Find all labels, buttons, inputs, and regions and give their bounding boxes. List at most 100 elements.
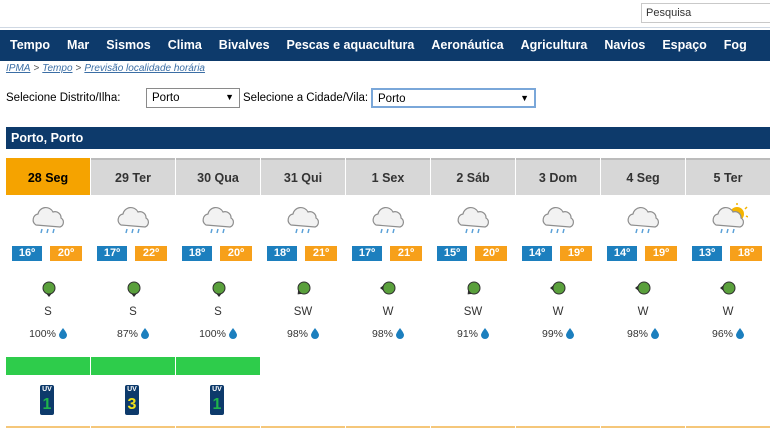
min-temperature: 18º	[182, 246, 212, 261]
rain-cloud-icon	[625, 202, 663, 241]
forecast-day[interactable]: 3 Dom 14º 19º W 99%	[516, 158, 600, 433]
breadcrumb-link-ipma[interactable]: IPMA	[6, 63, 30, 74]
humidity-value: 100%	[199, 328, 226, 340]
water-drop-icon	[228, 328, 237, 342]
wind-direction-icon	[210, 279, 228, 302]
wind-direction: W	[637, 306, 649, 318]
wind-direction-icon	[40, 279, 58, 302]
humidity: 98%	[261, 328, 345, 342]
max-temperature: 19º	[560, 246, 592, 261]
rain-cloud-icon	[30, 202, 68, 241]
day-label[interactable]: 28 Seg	[6, 158, 90, 195]
water-drop-icon	[141, 328, 149, 342]
temperature-range: 16º 20º	[10, 246, 90, 262]
uv-index-badge: UV 3	[125, 385, 139, 415]
day-divider	[261, 426, 345, 428]
max-temperature: 21º	[390, 246, 422, 261]
forecast-day[interactable]: 2 Sáb 15º 20º SW 91%	[431, 158, 515, 433]
forecast-day[interactable]: 4 Seg 14º 19º W 98%	[601, 158, 685, 433]
main-nav: Tempo Mar Sismos Clima Bivalves Pescas e aqua…	[0, 30, 770, 61]
forecast-day[interactable]: 1 Sex 17º 21º W 98%	[346, 158, 430, 433]
rain-cloud-icon	[540, 202, 578, 241]
search-input[interactable]: Pesquisa	[641, 3, 770, 23]
wind-direction: SW	[463, 306, 483, 318]
day-label[interactable]: 1 Sex	[346, 158, 430, 195]
uv-level-bar	[91, 357, 175, 375]
max-temperature: 20º	[475, 246, 507, 261]
humidity-value: 98%	[371, 328, 393, 340]
humidity-value: 91%	[456, 328, 478, 340]
wind-direction: W	[722, 306, 734, 318]
temperature-range: 18º 20º	[180, 246, 260, 262]
city-select-value: Porto	[378, 93, 406, 105]
day-label[interactable]: 5 Ter	[686, 158, 770, 195]
wind-direction-icon	[380, 279, 398, 302]
uv-index-value: 1	[42, 396, 52, 413]
uv-index-badge: UV 1	[40, 385, 54, 415]
nav-item-tempo[interactable]: Tempo	[10, 30, 50, 61]
day-divider	[91, 426, 175, 428]
city-select[interactable]: Porto ▼	[371, 88, 536, 108]
forecast-day[interactable]: 5 Ter 13º 18º W 96%	[686, 158, 770, 433]
district-select[interactable]: Porto ▼	[146, 88, 240, 108]
uv-index-value: 1	[212, 396, 222, 413]
uv-label: UV	[127, 386, 137, 393]
uv-level-bar	[176, 357, 260, 375]
rain-cloud-icon	[200, 202, 238, 241]
day-label[interactable]: 29 Ter	[91, 158, 175, 195]
nav-item-aeron-utica[interactable]: Aeronáutica	[431, 30, 503, 61]
water-drop-icon	[311, 328, 319, 342]
day-label[interactable]: 3 Dom	[516, 158, 600, 195]
nav-item-espa-o[interactable]: Espaço	[662, 30, 706, 61]
humidity: 98%	[601, 328, 685, 342]
water-drop-icon	[58, 328, 67, 342]
uv-label: UV	[212, 386, 222, 393]
location-header: Porto, Porto	[6, 127, 770, 149]
uv-index-badge: UV 1	[210, 385, 224, 415]
nav-item-navios[interactable]: Navios	[604, 30, 645, 61]
day-label[interactable]: 31 Qui	[261, 158, 345, 195]
min-temperature: 16º	[12, 246, 42, 261]
water-drop-icon	[736, 328, 744, 342]
dropdown-arrow-icon: ▼	[520, 93, 529, 103]
humidity: 96%	[686, 328, 770, 342]
breadcrumb-link-tempo[interactable]: Tempo	[42, 63, 72, 74]
nav-item-sismos[interactable]: Sismos	[106, 30, 150, 61]
day-divider	[176, 426, 260, 428]
max-temperature: 22º	[135, 246, 167, 261]
nav-item-fog[interactable]: Fog	[724, 30, 747, 61]
humidity: 91%	[431, 328, 515, 342]
humidity-value: 100%	[29, 328, 56, 340]
humidity: 99%	[516, 328, 600, 342]
humidity-value: 87%	[116, 328, 138, 340]
forecast-day[interactable]: 31 Qui 18º 21º SW 98%	[261, 158, 345, 433]
humidity-value: 99%	[541, 328, 563, 340]
nav-item-clima[interactable]: Clima	[168, 30, 202, 61]
nav-item-mar[interactable]: Mar	[67, 30, 89, 61]
rain-cloud-icon	[455, 202, 493, 241]
city-label: Selecione a Cidade/Vila:	[243, 92, 369, 104]
day-divider	[346, 426, 430, 428]
nav-item-pescas-e-aquacultura[interactable]: Pescas e aquacultura	[287, 30, 415, 61]
dropdown-arrow-icon: ▼	[225, 92, 234, 102]
min-temperature: 15º	[437, 246, 467, 261]
forecast-day[interactable]: 29 Ter 17º 22º S 87% UV 3	[91, 158, 175, 433]
wind-direction: SW	[293, 306, 313, 318]
day-label[interactable]: 4 Seg	[601, 158, 685, 195]
breadcrumb-link-previsao[interactable]: Previsão localidade horária	[84, 63, 205, 74]
wind-direction-icon	[295, 279, 313, 302]
top-bar: Pesquisa	[0, 0, 770, 28]
day-label[interactable]: 30 Qua	[176, 158, 260, 195]
forecast-day[interactable]: 28 Seg 16º 20º S 100% UV 1	[6, 158, 90, 433]
wind-direction-icon	[635, 279, 653, 302]
nav-item-agricultura[interactable]: Agricultura	[521, 30, 588, 61]
water-drop-icon	[566, 328, 574, 342]
day-label[interactable]: 2 Sáb	[431, 158, 515, 195]
humidity: 100%	[176, 328, 260, 342]
forecast-day[interactable]: 30 Qua 18º 20º S 100% UV 1	[176, 158, 260, 433]
wind-direction: W	[382, 306, 394, 318]
uv-label: UV	[42, 386, 52, 393]
nav-item-bivalves[interactable]: Bivalves	[219, 30, 270, 61]
min-temperature: 17º	[97, 246, 127, 261]
temperature-range: 15º 20º	[435, 246, 515, 262]
